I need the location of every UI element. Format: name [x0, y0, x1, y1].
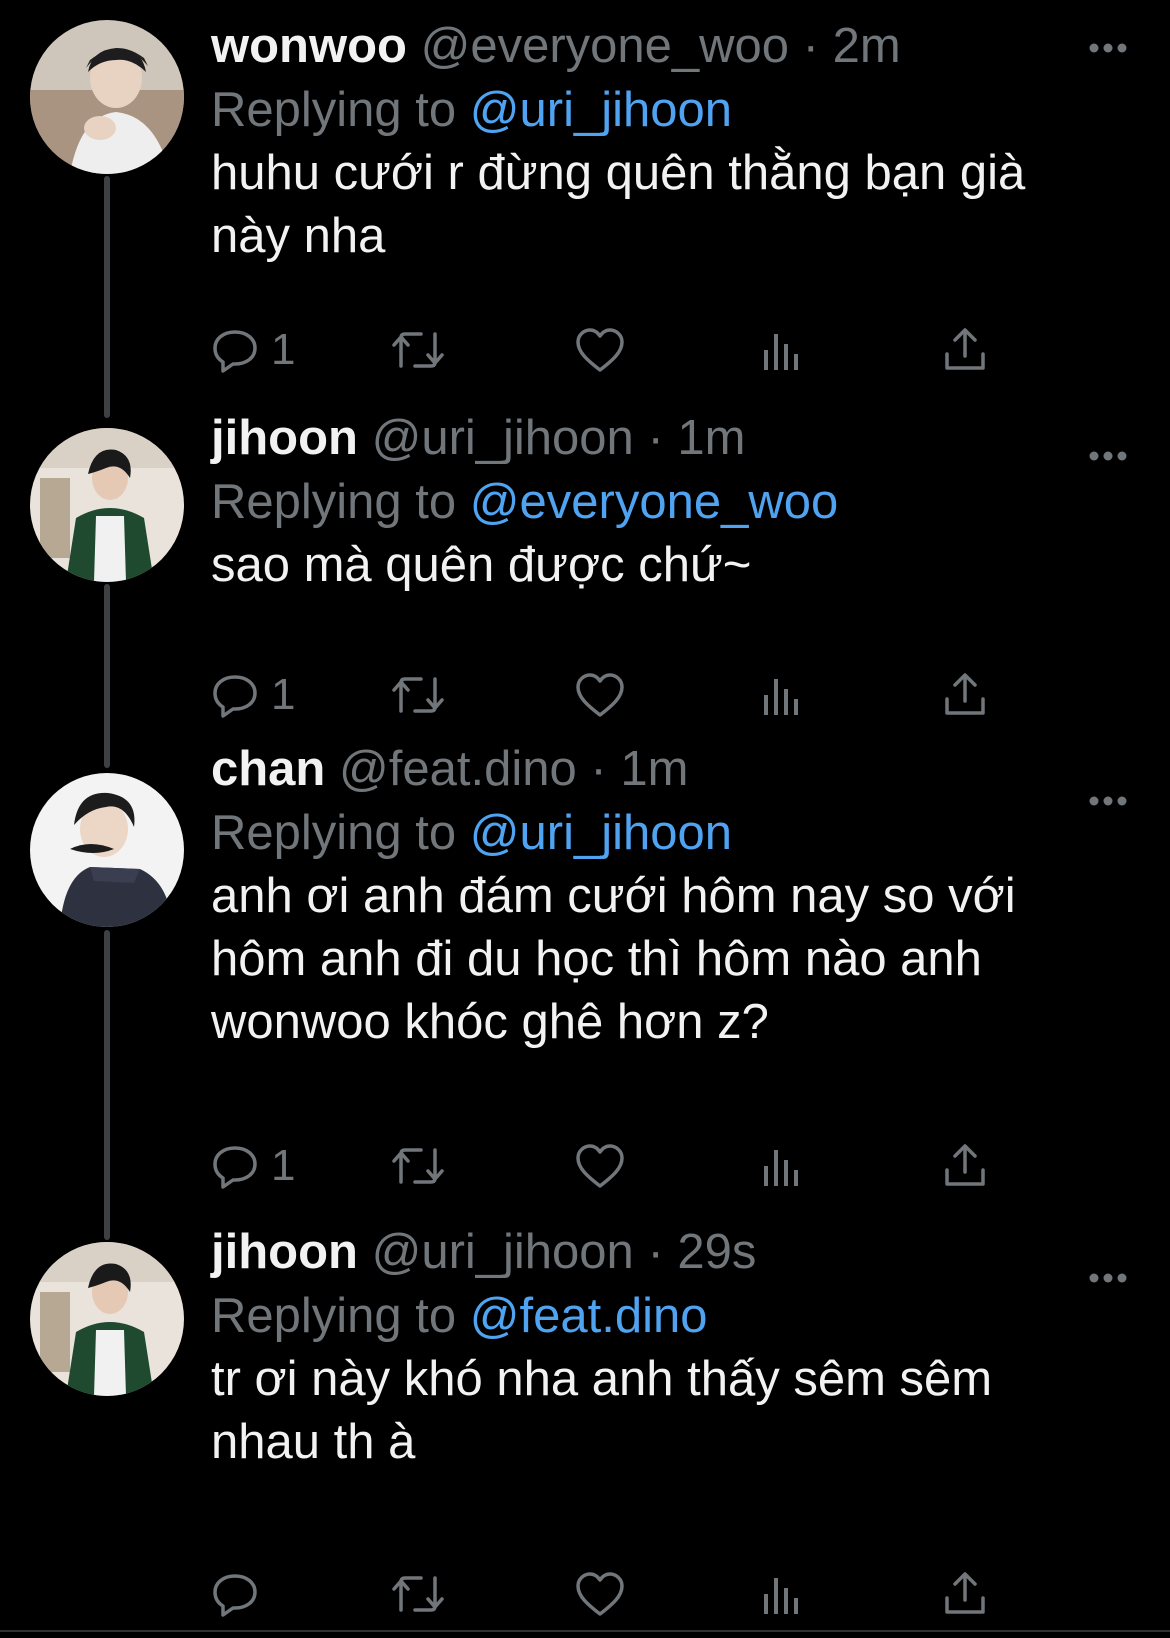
- retweet-button[interactable]: [391, 1566, 445, 1622]
- tweet[interactable]: jihoon @uri_jihoon · 1m Replying to @eve…: [0, 400, 1170, 745]
- replying-to-line: Replying to @uri_jihoon: [211, 78, 1130, 142]
- reply-icon: [211, 671, 259, 719]
- tweet-text: tr ơi này khó nha anh thấy sêm sêm nhau …: [211, 1352, 993, 1469]
- display-name[interactable]: jihoon: [211, 1225, 358, 1279]
- timestamp[interactable]: 1m: [677, 411, 745, 465]
- reply-count: 1: [271, 1141, 296, 1190]
- reply-button[interactable]: [211, 1566, 259, 1622]
- retweet-icon: [391, 1142, 445, 1190]
- share-icon: [943, 1142, 987, 1190]
- avatar[interactable]: [30, 773, 184, 927]
- tweet-actions: [211, 1566, 1031, 1622]
- replying-to-label: Replying to: [211, 1289, 457, 1343]
- more-icon[interactable]: [1088, 40, 1128, 56]
- tweet[interactable]: chan @feat.dino · 1m Replying to @uri_ji…: [0, 742, 1170, 1230]
- display-name[interactable]: jihoon: [211, 411, 358, 465]
- like-button[interactable]: [575, 1566, 625, 1622]
- reply-button[interactable]: 1: [211, 1138, 295, 1194]
- tweet-header: wonwoo @everyone_woo · 2m: [211, 14, 1130, 78]
- tweet-actions: 1: [211, 667, 1031, 723]
- retweet-button[interactable]: [391, 322, 445, 378]
- reply-icon: [211, 1142, 259, 1190]
- share-icon: [943, 1570, 987, 1618]
- mention-link[interactable]: @uri_jihoon: [470, 83, 732, 137]
- display-name[interactable]: chan: [211, 742, 325, 796]
- bottom-divider: [0, 1630, 1170, 1632]
- mention-link[interactable]: @everyone_woo: [470, 475, 838, 529]
- retweet-icon: [391, 1570, 445, 1618]
- share-button[interactable]: [943, 667, 987, 723]
- tweet-actions: 1: [211, 1138, 1031, 1194]
- separator-dot: ·: [590, 742, 607, 796]
- user-handle[interactable]: @uri_jihoon: [372, 1225, 634, 1279]
- timestamp[interactable]: 29s: [677, 1225, 756, 1279]
- tweet-header: jihoon @uri_jihoon · 29s: [211, 1220, 1130, 1284]
- like-button[interactable]: [575, 1138, 625, 1194]
- analytics-icon: [761, 326, 801, 374]
- analytics-icon: [761, 671, 801, 719]
- separator-dot: ·: [647, 411, 664, 465]
- retweet-icon: [391, 671, 445, 719]
- like-button[interactable]: [575, 322, 625, 378]
- retweet-icon: [391, 326, 445, 374]
- tweet-text: sao mà quên được chứ~: [211, 538, 752, 592]
- like-icon: [575, 1142, 625, 1190]
- reply-thread: wonwoo @everyone_woo · 2m Replying to @u…: [0, 0, 1170, 1638]
- avatar[interactable]: [30, 20, 184, 174]
- replying-to-label: Replying to: [211, 806, 457, 860]
- retweet-button[interactable]: [391, 1138, 445, 1194]
- reply-button[interactable]: 1: [211, 322, 295, 378]
- like-icon: [575, 671, 625, 719]
- analytics-button[interactable]: [761, 1566, 801, 1622]
- avatar[interactable]: [30, 1242, 184, 1396]
- more-icon[interactable]: [1088, 448, 1128, 464]
- timestamp[interactable]: 2m: [833, 19, 901, 73]
- tweet-text: huhu cưới r đừng quên thằng bạn già này …: [211, 146, 1026, 263]
- share-button[interactable]: [943, 1566, 987, 1622]
- mention-link[interactable]: @feat.dino: [470, 1289, 708, 1343]
- more-icon[interactable]: [1088, 793, 1128, 809]
- analytics-button[interactable]: [761, 1138, 801, 1194]
- replying-to-line: Replying to @uri_jihoon: [211, 801, 1130, 865]
- display-name[interactable]: wonwoo: [211, 19, 407, 73]
- analytics-button[interactable]: [761, 667, 801, 723]
- reply-count: 1: [271, 670, 296, 719]
- user-handle[interactable]: @uri_jihoon: [372, 411, 634, 465]
- tweet[interactable]: wonwoo @everyone_woo · 2m Replying to @u…: [0, 0, 1170, 400]
- mention-link[interactable]: @uri_jihoon: [470, 806, 732, 860]
- analytics-button[interactable]: [761, 322, 801, 378]
- replying-to-line: Replying to @feat.dino: [211, 1284, 1130, 1348]
- user-handle[interactable]: @everyone_woo: [421, 19, 789, 73]
- separator-dot: ·: [647, 1225, 664, 1279]
- like-button[interactable]: [575, 667, 625, 723]
- tweet-header: chan @feat.dino · 1m: [211, 737, 1130, 801]
- more-icon[interactable]: [1088, 1270, 1128, 1286]
- analytics-icon: [761, 1570, 801, 1618]
- separator-dot: ·: [802, 19, 819, 73]
- reply-count: 1: [271, 325, 296, 374]
- like-icon: [575, 1570, 625, 1618]
- tweet[interactable]: jihoon @uri_jihoon · 29s Replying to @fe…: [0, 1225, 1170, 1638]
- avatar[interactable]: [30, 428, 184, 582]
- like-icon: [575, 326, 625, 374]
- user-handle[interactable]: @feat.dino: [339, 742, 577, 796]
- share-button[interactable]: [943, 322, 987, 378]
- replying-to-label: Replying to: [211, 475, 457, 529]
- reply-button[interactable]: 1: [211, 667, 295, 723]
- retweet-button[interactable]: [391, 667, 445, 723]
- replying-to-line: Replying to @everyone_woo: [211, 470, 1130, 534]
- tweet-text: anh ơi anh đám cưới hôm nay so với hôm a…: [211, 869, 1016, 1049]
- replying-to-label: Replying to: [211, 83, 457, 137]
- share-icon: [943, 671, 987, 719]
- reply-icon: [211, 326, 259, 374]
- share-icon: [943, 326, 987, 374]
- analytics-icon: [761, 1142, 801, 1190]
- share-button[interactable]: [943, 1138, 987, 1194]
- timestamp[interactable]: 1m: [620, 742, 688, 796]
- reply-icon: [211, 1570, 259, 1618]
- tweet-header: jihoon @uri_jihoon · 1m: [211, 406, 1130, 470]
- tweet-actions: 1: [211, 322, 1031, 378]
